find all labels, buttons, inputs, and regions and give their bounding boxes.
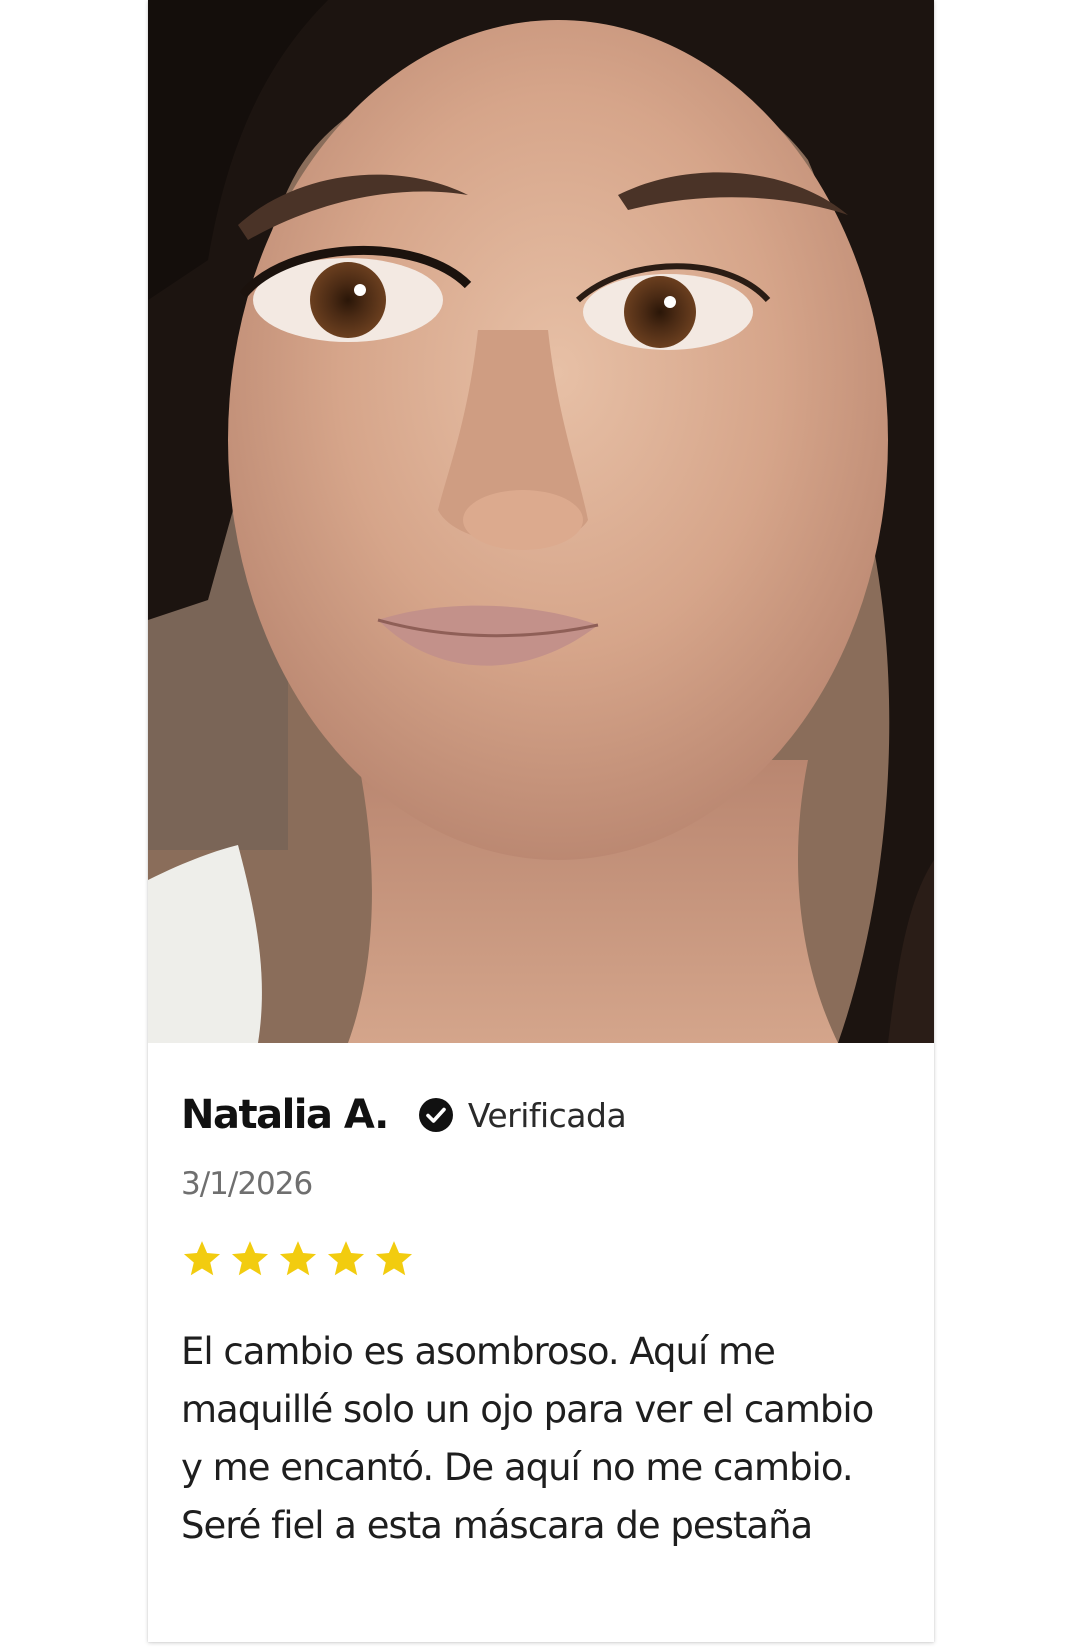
reviewer-name: Natalia A.: [181, 1092, 389, 1138]
star-rating: [181, 1238, 421, 1280]
star-icon: [279, 1241, 317, 1276]
star-icon: [327, 1241, 365, 1276]
review-date: 3/1/2026: [181, 1166, 313, 1202]
verified-badge-label: Verificada: [467, 1095, 627, 1135]
review-photo[interactable]: [148, 0, 934, 1043]
reviewer-row: Natalia A. Verificada: [181, 1085, 627, 1145]
star-icon: [375, 1241, 413, 1276]
review-text: El cambio es asombroso. Aquí me maquillé…: [181, 1330, 874, 1547]
review-card: Natalia A. Verificada 3/1/2026 El cambio…: [148, 0, 934, 1642]
star-icon: [183, 1241, 221, 1276]
check-circle-icon: [418, 1098, 453, 1132]
star-icon: [231, 1241, 269, 1276]
